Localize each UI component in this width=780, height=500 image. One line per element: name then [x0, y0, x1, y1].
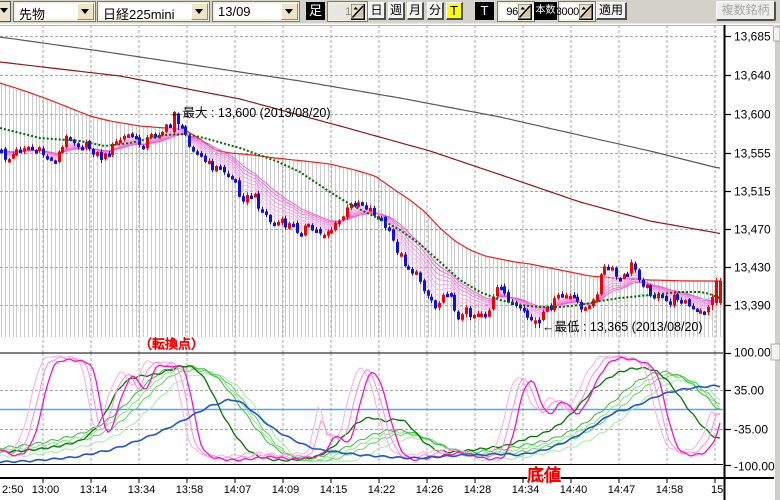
svg-text:14:28: 14:28: [464, 484, 492, 496]
svg-text:14:34: 14:34: [512, 484, 540, 496]
svg-text:2:50: 2:50: [2, 484, 23, 496]
svg-text:14:22: 14:22: [368, 484, 396, 496]
svg-text:13:14: 13:14: [80, 484, 108, 496]
svg-text:13:34: 13:34: [128, 484, 156, 496]
svg-text:-35.00: -35.00: [734, 423, 768, 437]
svg-text:13,515: 13,515: [734, 185, 771, 199]
svg-text:13,685: 13,685: [734, 30, 771, 44]
svg-text:14:09: 14:09: [272, 484, 300, 496]
svg-text:13:58: 13:58: [176, 484, 204, 496]
svg-text:13,430: 13,430: [734, 261, 771, 275]
svg-text:13,555: 13,555: [734, 147, 771, 161]
svg-text:（転換点）: （転換点）: [139, 337, 204, 352]
svg-text:-100.00: -100.00: [734, 460, 775, 474]
svg-text:←最大 : 13,600 (2013/08/20): ←最大 : 13,600 (2013/08/20): [170, 106, 331, 120]
svg-text:14:07: 14:07: [224, 484, 252, 496]
svg-text:←最低 : 13,365 (2013/08/20): ←最低 : 13,365 (2013/08/20): [542, 320, 703, 334]
svg-text:35.00: 35.00: [734, 384, 764, 398]
svg-text:13,470: 13,470: [734, 223, 771, 237]
svg-text:14:58: 14:58: [656, 484, 684, 496]
svg-text:13,390: 13,390: [734, 299, 771, 313]
svg-text:14:26: 14:26: [416, 484, 444, 496]
svg-text:13,600: 13,600: [734, 108, 771, 122]
svg-text:14:40: 14:40: [560, 484, 588, 496]
svg-text:15: 15: [711, 484, 723, 496]
svg-text:100.00: 100.00: [734, 346, 771, 360]
svg-text:14:47: 14:47: [608, 484, 636, 496]
svg-text:13:00: 13:00: [32, 484, 60, 496]
svg-text:13,640: 13,640: [734, 69, 771, 83]
svg-text:底値: 底値: [527, 465, 561, 485]
svg-text:14:15: 14:15: [320, 484, 348, 496]
